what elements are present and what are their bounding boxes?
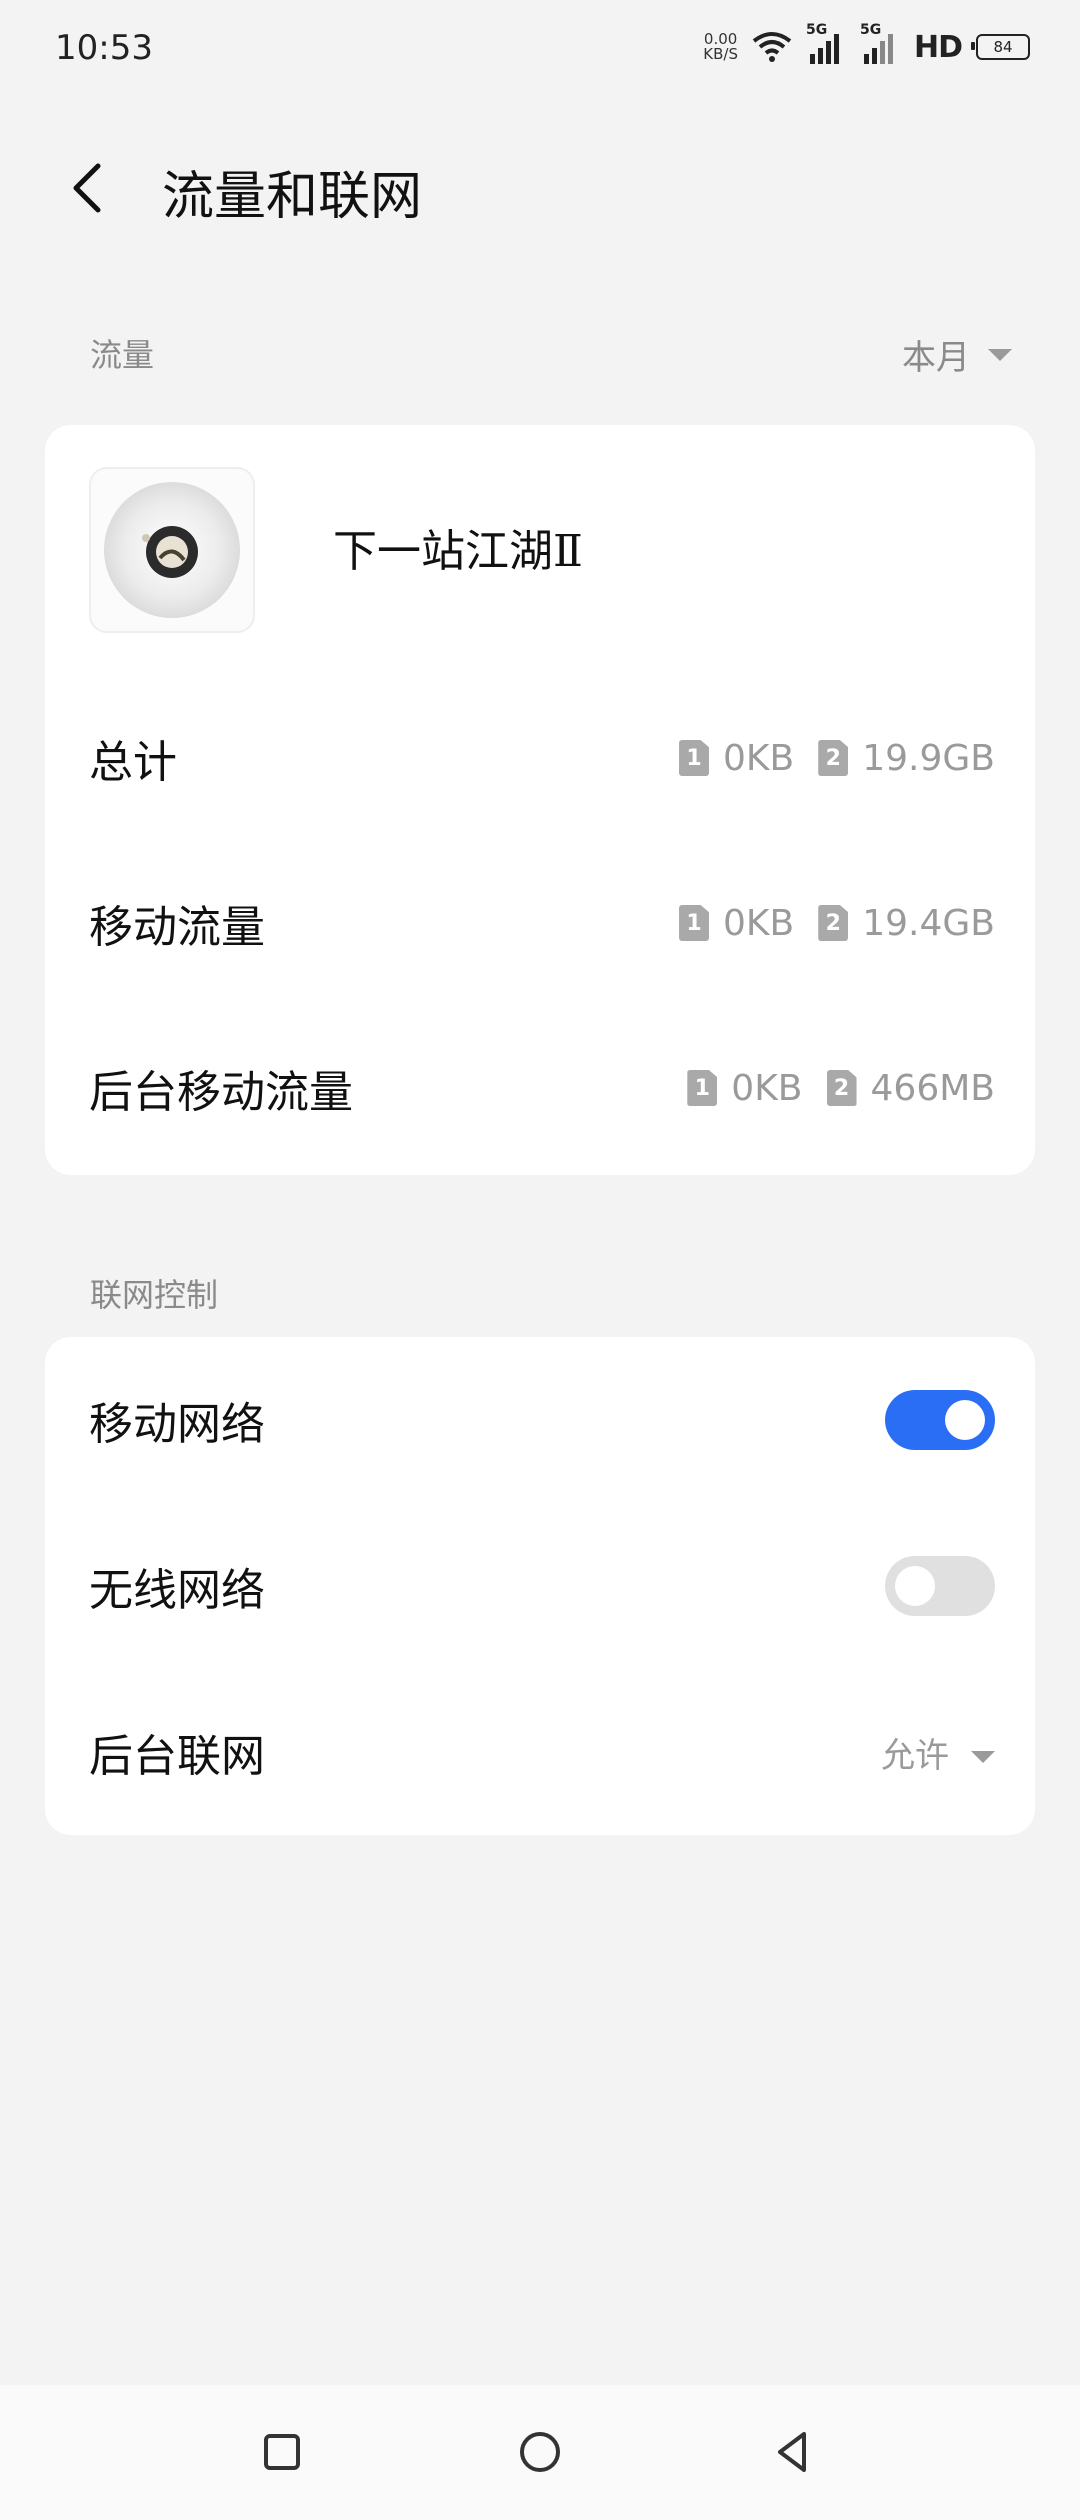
sim1-usage: 0KB	[723, 902, 795, 944]
app-icon	[89, 467, 255, 633]
back-button[interactable]	[60, 158, 120, 218]
usage-row-mobile: 移动流量 1 0KB 2 19.4GB	[89, 878, 995, 968]
battery-level: 84	[993, 38, 1013, 56]
sim2-icon: 2	[818, 905, 849, 941]
sim2-usage: 19.4GB	[862, 902, 995, 944]
app-info: 下一站江湖Ⅱ	[89, 467, 989, 633]
background-network-label: 后台联网	[89, 1731, 265, 1782]
background-network-row[interactable]: 后台联网 允许	[89, 1707, 995, 1797]
background-network-dropdown[interactable]: 允许	[881, 1728, 995, 1777]
app-header: 流量和联网	[0, 140, 1080, 240]
triangle-back-icon	[778, 2432, 806, 2472]
sim1-usage: 0KB	[723, 737, 795, 779]
wifi-icon	[752, 32, 792, 62]
recent-apps-button[interactable]	[250, 2420, 314, 2484]
toggle-knob	[945, 1400, 985, 1440]
home-button[interactable]	[508, 2420, 572, 2484]
usage-row-total: 总计 1 0KB 2 19.9GB	[89, 713, 995, 803]
usage-row-background: 后台移动流量 1 0KB 2 466MB	[89, 1043, 995, 1133]
toggle-knob	[895, 1566, 935, 1606]
usage-values: 1 0KB 2 19.4GB	[679, 903, 995, 944]
page-title: 流量和联网	[162, 167, 423, 227]
usage-label: 后台移动流量	[89, 1067, 353, 1118]
traffic-card: 下一站江湖Ⅱ 总计 1 0KB 2 19.9GB 移动流量 1 0KB 2 19…	[45, 425, 1035, 1175]
sig1-label: 5G	[805, 22, 828, 38]
traffic-section-label: 流量	[90, 336, 155, 374]
network-section-label: 联网控制	[90, 1276, 219, 1314]
net-speed: 0.00 KB/S	[703, 32, 738, 62]
period-dropdown[interactable]: 本月	[902, 330, 1012, 379]
signal-sim1-icon: 5G	[806, 22, 846, 66]
dropdown-triangle-icon	[971, 1751, 995, 1763]
sim1-usage: 0KB	[731, 1067, 803, 1109]
battery-icon: 84	[971, 34, 1030, 60]
navigation-bar	[0, 2385, 1080, 2520]
net-speed-unit: KB/S	[703, 45, 738, 63]
status-time: 10:53	[55, 28, 153, 68]
usage-label: 总计	[89, 737, 177, 788]
mobile-network-label: 移动网络	[89, 1399, 265, 1450]
sim2-icon: 2	[826, 1070, 857, 1106]
chevron-left-icon	[73, 163, 101, 213]
status-icons: 0.00 KB/S 5G 5G HD 84	[703, 22, 1030, 66]
usage-values: 1 0KB 2 19.9GB	[679, 738, 995, 779]
sim2-usage: 19.9GB	[862, 737, 995, 779]
signal-sim2-icon: 5G	[860, 22, 900, 66]
circle-icon	[520, 2432, 560, 2472]
background-network-value: 允许	[881, 1735, 949, 1776]
wifi-network-row[interactable]: 无线网络	[89, 1541, 995, 1631]
back-nav-button[interactable]	[760, 2420, 824, 2484]
usage-values: 1 0KB 2 466MB	[687, 1068, 995, 1109]
sim2-icon: 2	[818, 740, 849, 776]
hd-icon: HD	[913, 29, 963, 65]
dropdown-triangle-icon	[988, 348, 1012, 361]
sig2-label: 5G	[859, 22, 882, 38]
status-bar: 10:53 0.00 KB/S 5G 5G HD 84	[0, 0, 1080, 100]
sim2-usage: 466MB	[870, 1067, 995, 1109]
mobile-network-row[interactable]: 移动网络	[89, 1375, 995, 1465]
usage-label: 移动流量	[89, 902, 265, 953]
wifi-network-toggle[interactable]	[885, 1556, 995, 1616]
sim1-icon: 1	[687, 1070, 718, 1106]
mobile-network-toggle[interactable]	[885, 1390, 995, 1450]
sim1-icon: 1	[679, 905, 710, 941]
sim1-icon: 1	[679, 740, 710, 776]
app-name: 下一站江湖Ⅱ	[333, 526, 583, 577]
square-icon	[264, 2434, 300, 2470]
wifi-network-label: 无线网络	[89, 1565, 265, 1616]
period-value: 本月	[902, 338, 970, 378]
network-card: 移动网络 无线网络 后台联网 允许	[45, 1337, 1035, 1835]
